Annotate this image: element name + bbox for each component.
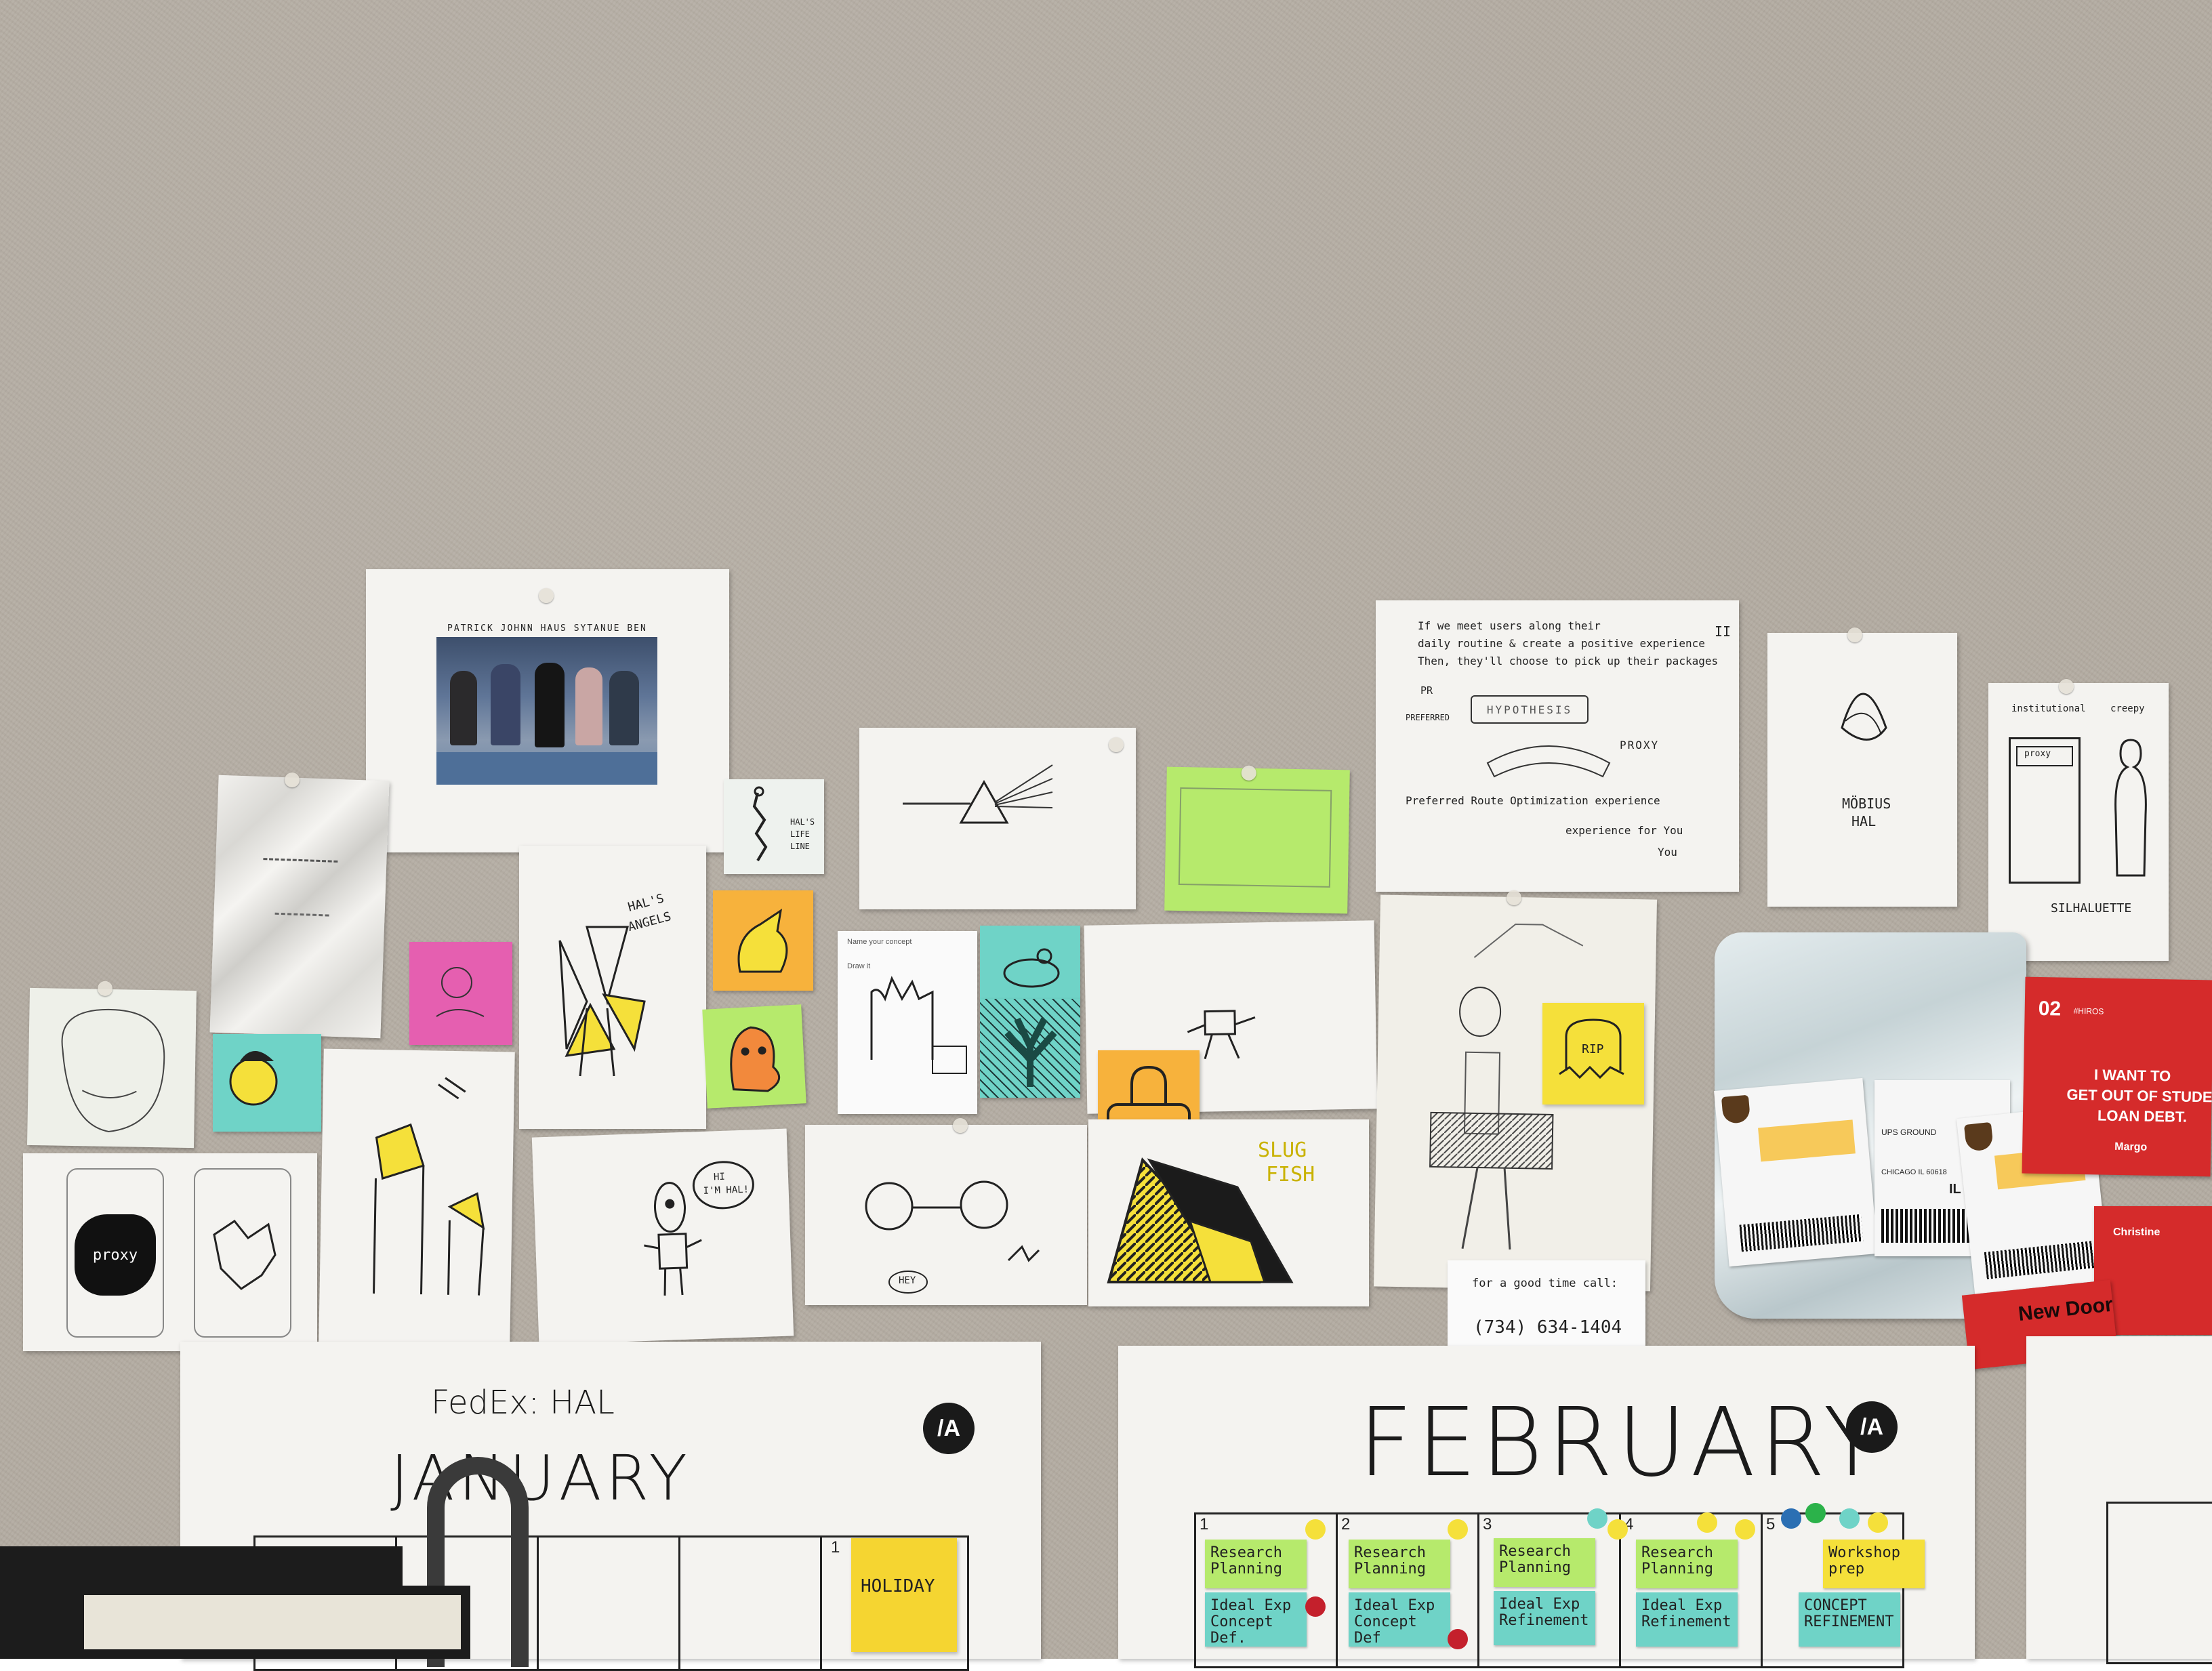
hypothesis-line2: daily routine & create a positive experi… xyxy=(1418,637,1705,650)
green-truck-note xyxy=(1164,765,1350,914)
red-card-number: 02 xyxy=(2038,997,2062,1020)
holiday-text: HOLIDAY xyxy=(861,1576,935,1596)
feb-2-task-2: Ideal Exp Concept Def xyxy=(1349,1592,1450,1647)
february-month: FEBRUARY xyxy=(1358,1388,1886,1498)
teal-plant-note xyxy=(980,999,1080,1098)
feb-5-task-1: Workshop prep xyxy=(1823,1540,1925,1588)
silhaluette-sheet: institutional creepy proxy SILHALUETTE xyxy=(1988,679,2169,961)
dumbbell-sheet: HEY xyxy=(805,1118,1087,1305)
holiday-note: HOLIDAY xyxy=(851,1538,957,1652)
red-card-new-door-text: New Door xyxy=(2017,1293,2114,1326)
mobius-hal-sheet: MÖBIUS HAL xyxy=(1767,627,1957,907)
feb-day-3: 3 xyxy=(1483,1515,1492,1533)
feb-day-2: 2 xyxy=(1341,1515,1351,1533)
robot-speech-sheet: HI I'M HAL! xyxy=(531,1128,794,1345)
feb-5-task-2: CONCEPT REFINEMENT xyxy=(1799,1592,1900,1647)
hypothesis-preferred: PREFERRED xyxy=(1406,713,1450,722)
crumpled-paper xyxy=(209,775,390,1039)
hals-life-line-text-3: LINE xyxy=(790,842,810,851)
red-card-christine-name: Christine xyxy=(2113,1226,2160,1238)
hypothesis-sheet: If we meet users along their daily routi… xyxy=(1376,600,1739,892)
hypothesis-proxy: PROXY xyxy=(1620,739,1660,751)
buildings-sheet xyxy=(319,1048,515,1346)
feb-day-1: 1 xyxy=(1200,1515,1209,1533)
bike-note-text: HEY xyxy=(899,1275,916,1286)
logo-january: /A xyxy=(923,1403,975,1454)
slug-text: SLUG xyxy=(1258,1138,1307,1162)
prism-sheet xyxy=(859,728,1136,909)
silhaluette-right-label: creepy xyxy=(2110,703,2145,714)
fish-text: FISH xyxy=(1266,1163,1315,1187)
hypothesis-ribbon: HYPOTHESIS xyxy=(1471,695,1589,724)
proxy-phone-sheet: proxy xyxy=(23,1153,317,1351)
rip-note: RIP xyxy=(1542,1003,1644,1105)
phone-note-line2: (734) 634-1404 xyxy=(1473,1317,1622,1338)
hals-angels-sheet: HAL'S ANGELS xyxy=(519,846,706,1129)
phone-note-line1: for a good time call: xyxy=(1472,1277,1618,1290)
teal-chicken-note xyxy=(980,926,1080,1000)
feb-4-task-1: Research Planning xyxy=(1636,1540,1738,1588)
february-poster: FEBRUARY /A 1 2 3 4 5 Research Planning … xyxy=(1118,1346,1975,1668)
red-card-margo: 02 #HIROS I WANT TO GET OUT OF STUDE LOA… xyxy=(2022,976,2212,1177)
red-card-headline-3: LOAN DEBT. xyxy=(2097,1107,2188,1126)
photo-caption: PATRICK JOHNN HAUS SYTANUE BEN xyxy=(447,623,647,634)
hals-life-line-note: HAL'S LIFE LINE xyxy=(724,779,824,874)
feb-2-task-1: Research Planning xyxy=(1349,1540,1450,1588)
group-photo xyxy=(436,637,657,785)
feb-3-task-1: Research Planning xyxy=(1494,1538,1595,1587)
silhaluette-caption: SILHALUETTE xyxy=(2051,901,2132,915)
concept-card: Name your concept Draw it xyxy=(838,931,977,1114)
hypothesis-pr: PR xyxy=(1420,684,1433,697)
logo-february: /A xyxy=(1846,1401,1898,1453)
partial-poster-right xyxy=(2026,1336,2212,1664)
photo-sheet: PATRICK JOHNN HAUS SYTANUE BEN xyxy=(366,569,729,852)
red-card-headline-2: GET OUT OF STUDE xyxy=(2066,1086,2212,1106)
robot-speech-1: HI xyxy=(713,1171,726,1183)
feb-day-5: 5 xyxy=(1766,1515,1776,1533)
feb-3-task-2: Ideal Exp Refinement xyxy=(1494,1591,1595,1645)
slug-fish-sheet: SLUG FISH xyxy=(1088,1119,1369,1306)
hypothesis-mark: II xyxy=(1715,623,1732,640)
feb-1-task-1: Research Planning xyxy=(1205,1540,1307,1588)
face-sketch-sheet xyxy=(26,981,197,1149)
robot-speech-2: I'M HAL! xyxy=(703,1184,750,1197)
hypothesis-line4: Preferred Route Optimization experience xyxy=(1406,794,1660,807)
feb-1-task-2: Ideal Exp Concept Def. xyxy=(1205,1592,1307,1647)
january-header: FedEx: HAL xyxy=(431,1384,615,1422)
hypothesis-line3: Then, they'll choose to pick up their pa… xyxy=(1418,655,1719,667)
green-ghost-note xyxy=(702,1004,806,1109)
january-day-1: 1 xyxy=(831,1538,840,1556)
hypothesis-line1: If we meet users along their xyxy=(1418,619,1601,632)
hypothesis-line5: experience for You xyxy=(1565,824,1683,837)
red-card-tag: #HIROS xyxy=(2073,1006,2104,1016)
rip-text: RIP xyxy=(1582,1042,1604,1056)
pink-cat-note xyxy=(409,942,512,1045)
ups-city: CHICAGO IL 60618 xyxy=(1881,1168,1947,1176)
ups-service: UPS GROUND xyxy=(1881,1128,1937,1137)
hals-life-line-text-2: LIFE xyxy=(790,829,810,839)
monitor-screen xyxy=(75,1586,470,1659)
red-card-headline-1: I WANT TO xyxy=(2093,1066,2171,1085)
proxy-locker: proxy xyxy=(2009,737,2081,884)
ups-label-1 xyxy=(1714,1077,1878,1267)
proxy-blob: proxy xyxy=(75,1214,156,1296)
hals-life-line-text-1: HAL'S xyxy=(790,817,815,827)
teal-cartoon-note xyxy=(213,1034,321,1132)
red-card-name: Margo xyxy=(2114,1140,2148,1153)
mobius-hal-text: HAL xyxy=(1851,813,1877,829)
orange-dragon-note xyxy=(713,890,813,991)
feb-4-task-2: Ideal Exp Refinement xyxy=(1636,1592,1738,1647)
mobius-text: MÖBIUS xyxy=(1842,796,1891,812)
hypothesis-line6: You xyxy=(1658,846,1677,859)
silhaluette-left-label: institutional xyxy=(2011,703,2086,714)
